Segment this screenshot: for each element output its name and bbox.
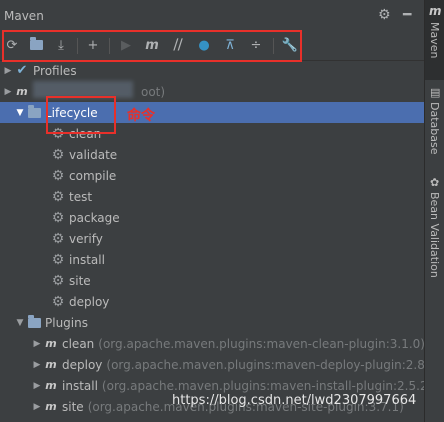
plugin-name: clean [62, 336, 95, 351]
lifecycle-folder-icon [26, 104, 42, 121]
toolbar-highlight-box [2, 30, 302, 62]
side-tab-bean-label: Bean Validation [428, 192, 441, 278]
right-tool-strip: m Maven ▤ Database ✿ Bean Validation [424, 0, 444, 422]
lifecycle-item[interactable]: ⚙ deploy [0, 291, 424, 312]
maven-m-icon: m [429, 4, 442, 18]
plugin-name: deploy [62, 357, 103, 372]
profiles-label: Profiles [33, 63, 77, 78]
lifecycle-item[interactable]: ⚙ validate [0, 144, 424, 165]
lifecycle-item-label: validate [69, 147, 118, 162]
profiles-icon: ✔ [16, 63, 28, 78]
lifecycle-item[interactable]: ⚙ install [0, 249, 424, 270]
plugin-name: site [62, 399, 84, 414]
collapse-arrow-icon[interactable]: ▼ [14, 318, 26, 328]
watermark: https://blog.csdn.net/lwd2307997664 [172, 393, 417, 408]
lifecycle-item-label: compile [69, 168, 117, 183]
gear-icon[interactable]: ⚙ [378, 7, 391, 23]
lifecycle-item-label: verify [69, 231, 103, 246]
lifecycle-item-label: test [69, 189, 93, 204]
gear-icon: ⚙ [51, 272, 65, 289]
gear-icon: ⚙ [51, 293, 65, 310]
lifecycle-item[interactable]: ⚙ compile [0, 165, 424, 186]
panel-header: Maven ⚙ ━ [0, 0, 424, 30]
tree-row-profiles[interactable]: ▶ ✔ Profiles [0, 61, 424, 81]
side-tab-database-label: Database [428, 102, 441, 155]
lifecycle-item[interactable]: ⚙ site [0, 270, 424, 291]
gear-icon: ⚙ [51, 230, 65, 247]
collapse-arrow-icon[interactable]: ▼ [14, 108, 26, 118]
side-tab-maven-label: Maven [428, 22, 441, 59]
gear-icon: ⚙ [51, 146, 65, 163]
lifecycle-item[interactable]: ⚙ package [0, 207, 424, 228]
expand-arrow-icon[interactable]: ▶ [31, 381, 43, 391]
lifecycle-item[interactable]: ⚙ verify [0, 228, 424, 249]
database-icon: ▤ [430, 86, 441, 99]
side-tab-maven[interactable]: m Maven [425, 0, 444, 80]
lifecycle-item-label: package [69, 210, 120, 225]
lifecycle-item-label: deploy [69, 294, 110, 309]
side-tab-bean-validation[interactable]: ✿ Bean Validation [425, 174, 444, 284]
plugins-folder-icon [26, 314, 42, 331]
maven-plugin-icon: m [45, 337, 57, 350]
plugin-item[interactable]: ▶ m deploy (org.apache.maven.plugins:mav… [0, 354, 424, 375]
gear-icon: ⚙ [51, 167, 65, 184]
bean-icon: ✿ [430, 176, 440, 189]
gear-icon: ⚙ [51, 209, 65, 226]
lifecycle-highlight-box [46, 96, 116, 134]
maven-project-icon: m [16, 85, 28, 98]
tree-row-plugins[interactable]: ▼ Plugins [0, 312, 424, 333]
annotation-label: 命令 [127, 108, 155, 124]
plugin-name: install [62, 378, 98, 393]
project-label: oot) [141, 84, 166, 99]
plugin-coordinates: (org.apache.maven.plugins:maven-deploy-p… [106, 357, 424, 372]
maven-plugin-icon: m [45, 400, 57, 413]
expand-arrow-icon[interactable]: ▶ [31, 360, 43, 370]
maven-tool-window: Maven ⚙ ━ ⟳ ⤓ + ▶ m ⧸⧸ ● ⊼ ÷ 🔧 ▶ ✔ Profi… [0, 0, 444, 422]
minimize-icon[interactable]: ━ [403, 7, 411, 23]
lifecycle-item[interactable]: ⚙ test [0, 186, 424, 207]
lifecycle-item-label: install [69, 252, 105, 267]
expand-arrow-icon[interactable]: ▶ [2, 87, 14, 97]
plugins-label: Plugins [45, 315, 88, 330]
maven-plugin-icon: m [45, 358, 57, 371]
gear-icon: ⚙ [51, 251, 65, 268]
panel-title: Maven [4, 9, 44, 23]
gear-icon: ⚙ [51, 188, 65, 205]
expand-arrow-icon[interactable]: ▶ [31, 402, 43, 412]
plugin-item[interactable]: ▶ m clean (org.apache.maven.plugins:mave… [0, 333, 424, 354]
plugin-coordinates: (org.apache.maven.plugins:maven-clean-pl… [98, 336, 424, 351]
maven-plugin-icon: m [45, 379, 57, 392]
plugin-coordinates: (org.apache.maven.plugins:maven-install-… [101, 378, 424, 393]
lifecycle-item-label: site [69, 273, 91, 288]
expand-arrow-icon[interactable]: ▶ [2, 66, 14, 76]
expand-arrow-icon[interactable]: ▶ [31, 339, 43, 349]
side-tab-database[interactable]: ▤ Database [425, 84, 444, 164]
